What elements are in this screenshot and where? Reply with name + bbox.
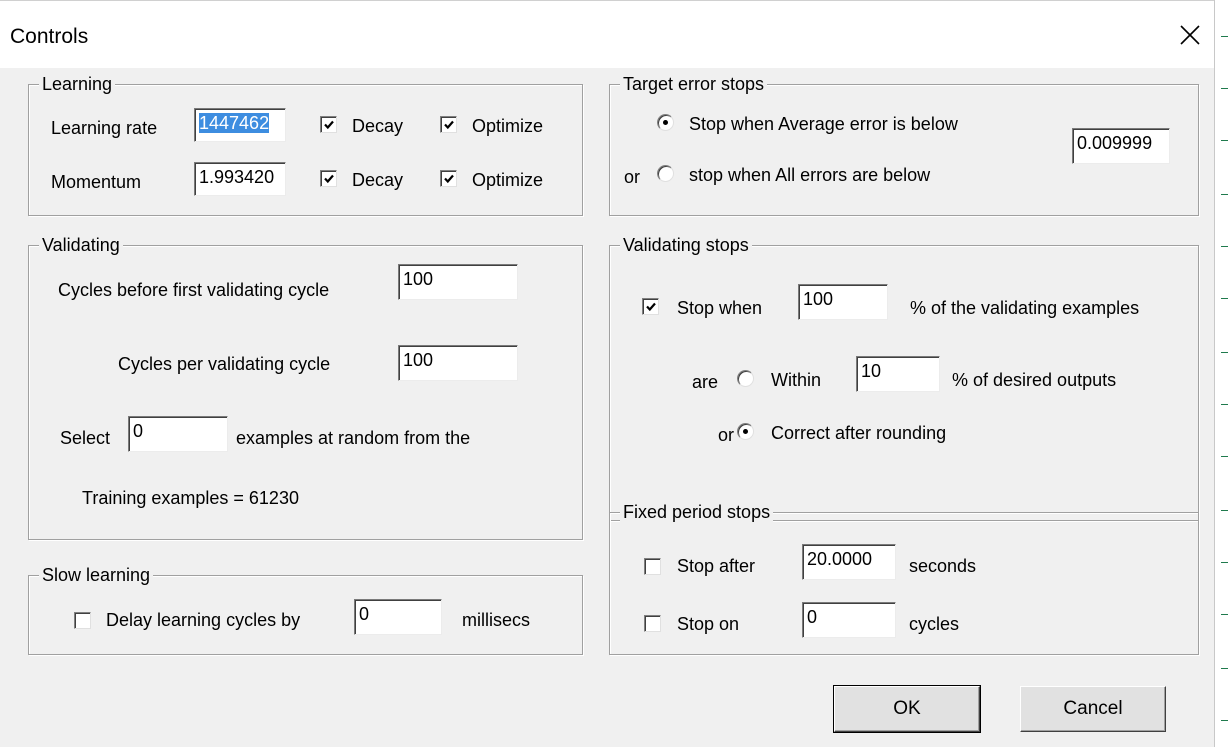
background-window-edge: [1214, 0, 1228, 747]
stop-when-label: Stop when: [677, 298, 763, 318]
cycles-label: cycles: [909, 614, 960, 634]
validating-stops-group-title: Validating stops: [620, 233, 752, 257]
select-examples-input[interactable]: 0: [128, 416, 228, 452]
cycles-per-input[interactable]: 100: [398, 345, 518, 381]
dialog-client: Learning Learning rate 1447462 Decay Opt…: [0, 68, 1214, 747]
stop-after-checkbox[interactable]: [644, 558, 661, 575]
lr-decay-label: Decay: [352, 116, 404, 136]
mom-optimize-label: Optimize: [472, 170, 544, 190]
within-radio[interactable]: [737, 370, 754, 387]
fixed-period-group-title: Fixed period stops: [620, 500, 774, 524]
slow-learning-group-title: Slow learning: [39, 563, 154, 587]
pct-desired-label: % of desired outputs: [952, 370, 1117, 390]
stop-on-checkbox[interactable]: [644, 615, 661, 632]
within-input[interactable]: 10: [856, 356, 940, 392]
all-errors-label: stop when All errors are below: [689, 165, 931, 185]
millisecs-label: millisecs: [462, 610, 531, 630]
cancel-button[interactable]: Cancel: [1020, 686, 1166, 732]
momentum-label: Momentum: [51, 172, 142, 192]
correct-rounding-label: Correct after rounding: [771, 423, 947, 443]
stop-when-input[interactable]: 100: [798, 284, 888, 320]
are-label: are: [692, 372, 719, 392]
stop-after-label: Stop after: [677, 556, 756, 576]
checkmark-icon: [646, 302, 656, 312]
target-error-group-title: Target error stops: [620, 72, 768, 96]
validating-group-title: Validating: [39, 233, 123, 257]
seconds-label: seconds: [909, 556, 977, 576]
learning-rate-input[interactable]: 1447462: [194, 108, 286, 142]
stop-on-label: Stop on: [677, 614, 740, 634]
stop-on-input[interactable]: 0: [802, 602, 896, 638]
checkmark-icon: [324, 120, 334, 130]
pct-examples-label: % of the validating examples: [910, 298, 1140, 318]
mom-decay-label: Decay: [352, 170, 404, 190]
delay-label: Delay learning cycles by: [106, 610, 301, 630]
average-error-radio[interactable]: [657, 114, 674, 131]
learning-rate-label: Learning rate: [51, 118, 158, 138]
close-button[interactable]: [1168, 15, 1212, 55]
learning-group-title: Learning: [39, 72, 116, 96]
random-label: examples at random from the: [236, 428, 471, 448]
checkmark-icon: [324, 174, 334, 184]
lr-optimize-label: Optimize: [472, 116, 544, 136]
cycles-per-label: Cycles per validating cycle: [118, 354, 331, 374]
title-bar: Controls: [0, 0, 1214, 69]
delay-checkbox[interactable]: [74, 612, 91, 629]
mom-optimize-checkbox[interactable]: [440, 170, 457, 187]
average-error-label: Stop when Average error is below: [689, 114, 958, 134]
checkmark-icon: [444, 174, 454, 184]
target-error-input[interactable]: 0.009999: [1072, 128, 1170, 164]
stop-when-checkbox[interactable]: [642, 298, 659, 315]
momentum-input[interactable]: 1.993420: [194, 162, 286, 196]
delay-input[interactable]: 0: [354, 599, 442, 635]
select-label: Select: [60, 428, 111, 448]
or-label: or: [718, 425, 735, 445]
training-examples-count: Training examples = 61230: [82, 488, 299, 508]
ok-button[interactable]: OK: [833, 685, 981, 733]
learning-group: Learning: [28, 72, 583, 216]
cycles-before-input[interactable]: 100: [398, 264, 518, 300]
cycles-before-label: Cycles before first validating cycle: [58, 280, 330, 300]
target-or-label: or: [624, 167, 641, 187]
all-errors-radio[interactable]: [657, 165, 674, 182]
stop-after-input[interactable]: 20.0000: [802, 544, 896, 580]
within-label: Within: [771, 370, 822, 390]
window-title: Controls: [10, 25, 89, 48]
lr-optimize-checkbox[interactable]: [440, 116, 457, 133]
lr-decay-checkbox[interactable]: [320, 116, 337, 133]
correct-rounding-radio[interactable]: [737, 423, 754, 440]
checkmark-icon: [444, 120, 454, 130]
close-icon: [1180, 25, 1200, 45]
mom-decay-checkbox[interactable]: [320, 170, 337, 187]
